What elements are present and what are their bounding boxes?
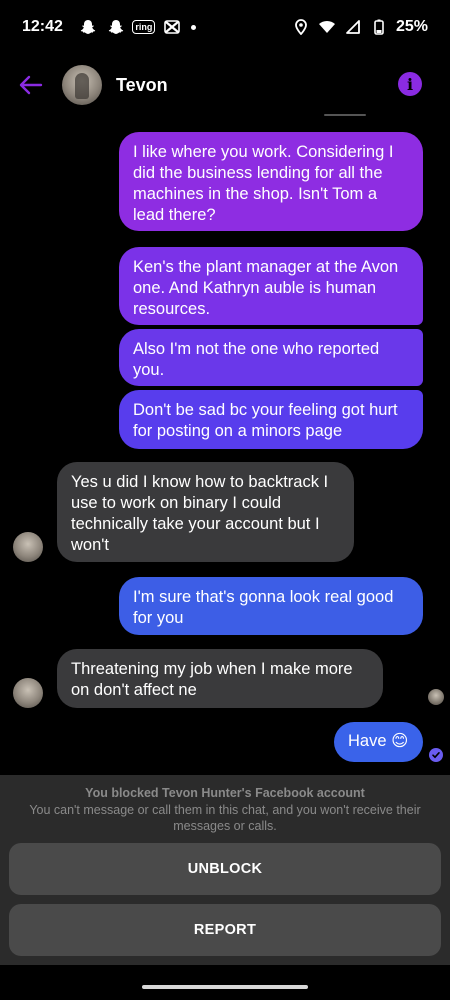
snapchat-icon (79, 18, 97, 36)
location-icon (292, 18, 310, 36)
report-button[interactable]: REPORT (9, 904, 441, 956)
blocked-panel: You blocked Tevon Hunter's Facebook acco… (0, 775, 450, 965)
wifi-icon (318, 18, 336, 36)
contact-avatar-small[interactable] (13, 532, 43, 562)
ring-label: ring (132, 20, 156, 34)
message-bubble-outgoing[interactable]: Don't be sad bc your feeling got hurt fo… (119, 390, 423, 449)
message-bubble-outgoing[interactable]: Have 😊 (334, 722, 423, 762)
message-bubble-outgoing[interactable]: I'm sure that's gonna look real good for… (119, 577, 423, 635)
battery-percent: 25% (395, 18, 428, 35)
snapchat-icon (107, 18, 125, 36)
battery-icon (370, 18, 388, 36)
message-bubble-incoming[interactable]: Yes u did I know how to backtrack I use … (57, 462, 354, 562)
arrow-left-icon (19, 75, 43, 95)
contact-avatar[interactable] (62, 65, 102, 105)
back-button[interactable] (16, 70, 46, 100)
message-bubble-incoming[interactable]: Threatening my job when I make more on d… (57, 649, 383, 708)
message-text: Yes u did I know how to backtrack I use … (71, 473, 329, 554)
contact-name[interactable]: Tevon (116, 75, 168, 96)
message-text: Threatening my job when I make more on d… (71, 660, 353, 699)
status-time: 12:42 (22, 18, 63, 35)
seen-avatar (428, 689, 444, 705)
message-text: Ken's the plant manager at the Avon one.… (133, 258, 399, 318)
message-text: I'm sure that's gonna look real good for… (133, 588, 394, 627)
notification-dot (190, 24, 196, 30)
message-bubble-outgoing[interactable]: Also I'm not the one who reported you. (119, 329, 423, 386)
message-bubble-outgoing[interactable]: Ken's the plant manager at the Avon one.… (119, 247, 423, 325)
status-bar: 12:42 ring 25% (0, 0, 450, 54)
blocked-description: You can't message or call them in this c… (29, 803, 421, 833)
message-text: Don't be sad bc your feeling got hurt fo… (133, 401, 398, 440)
signal-icon (344, 18, 362, 36)
report-label: REPORT (193, 922, 257, 938)
message-text: Have 😊 (348, 732, 409, 750)
unblock-button[interactable]: UNBLOCK (9, 843, 441, 895)
home-indicator[interactable] (142, 985, 308, 989)
ring-icon: ring (132, 18, 156, 36)
message-bubble-outgoing[interactable]: I like where you work. Considering I did… (119, 132, 423, 231)
blocked-title: You blocked Tevon Hunter's Facebook acco… (85, 786, 365, 800)
sent-check-icon (429, 748, 443, 762)
info-button[interactable]: i (398, 72, 422, 96)
scroll-indicator (324, 114, 366, 116)
info-icon: i (406, 74, 414, 94)
contact-avatar-small[interactable] (13, 678, 43, 708)
message-text: I like where you work. Considering I did… (133, 143, 394, 224)
chat-header: Tevon i (0, 62, 450, 108)
message-text: Also I'm not the one who reported you. (133, 340, 380, 379)
capcut-icon (163, 18, 181, 36)
unblock-label: UNBLOCK (187, 861, 263, 877)
